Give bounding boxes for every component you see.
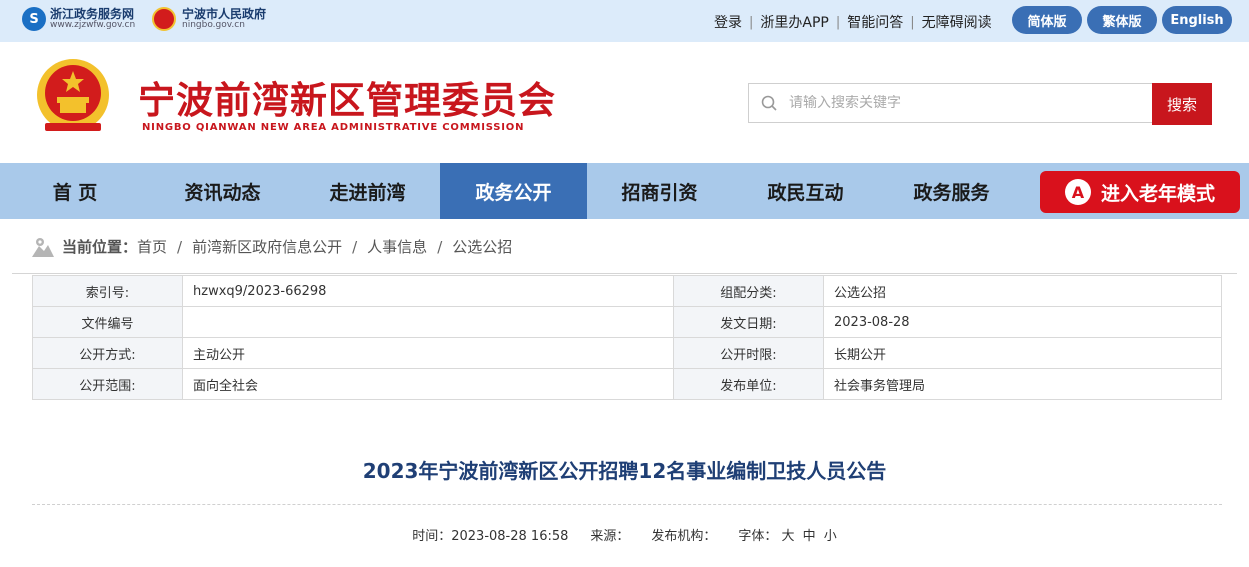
traditional-button[interactable]: 繁体版	[1087, 6, 1157, 34]
time-value: 2023-08-28 16:58	[451, 529, 569, 544]
smart-qa-link[interactable]: 智能问答	[847, 12, 903, 32]
publisher-unit-value: 社会事务管理局	[823, 368, 1222, 400]
font-size-label: 字体：	[738, 529, 778, 544]
breadcrumb-personnel[interactable]: 人事信息	[367, 236, 427, 257]
disclosure-scope-value: 面向全社会	[182, 368, 674, 400]
source-label: 来源：	[590, 529, 630, 544]
nav-investment[interactable]: 招商引资	[587, 163, 732, 219]
nav-gov-affairs[interactable]: 政务公开	[440, 163, 587, 219]
time-label: 时间：	[412, 529, 452, 544]
zjzwfw-icon: S	[22, 7, 46, 31]
zjzwfw-name: 浙江政务服务网	[50, 6, 135, 21]
disclosure-scope-label: 公开范围:	[32, 368, 183, 400]
search-button[interactable]: 搜索	[1152, 83, 1212, 125]
site-subtitle: NINGBO QIANWAN NEW AREA ADMINISTRATIVE C…	[142, 122, 525, 133]
disclosure-method-value: 主动公开	[182, 337, 674, 369]
nav-news[interactable]: 资讯动态	[150, 163, 295, 219]
issue-date-label: 发文日期:	[673, 306, 824, 338]
index-no-value: hzwxq9/2023-66298	[182, 275, 674, 307]
publisher-unit-label: 发布单位:	[673, 368, 824, 400]
national-emblem-icon	[37, 59, 109, 131]
disclosure-term-label: 公开时限:	[673, 337, 824, 369]
search-input[interactable]	[789, 95, 1129, 111]
breadcrumb-info-public[interactable]: 前湾新区政府信息公开	[192, 236, 342, 257]
doc-number-label: 文件编号	[32, 306, 183, 338]
elder-mode-icon: A	[1064, 179, 1091, 205]
ningbo-gov-logo[interactable]: 宁波市人民政府 ningbo.gov.cn	[152, 7, 266, 31]
font-small-button[interactable]: 小	[824, 529, 837, 544]
disclosure-method-label: 公开方式:	[32, 337, 183, 369]
accessibility-link[interactable]: 无障碍阅读	[922, 12, 992, 32]
zjzwfw-logo[interactable]: S 浙江政务服务网 www.zjzwfw.gov.cn	[22, 7, 135, 31]
zlb-app-link[interactable]: 浙里办APP	[760, 12, 828, 32]
english-button[interactable]: English	[1162, 6, 1232, 34]
nav-home[interactable]: 首 页	[0, 163, 150, 219]
site-title: 宁波前湾新区管理委员会	[138, 78, 556, 122]
divider	[32, 504, 1222, 505]
article-meta: 时间：2023-08-28 16:58 来源： 发布机构： 字体：大 中 小	[0, 525, 1249, 544]
divider	[12, 273, 1237, 274]
login-link[interactable]: 登录	[714, 12, 742, 32]
elder-mode-button[interactable]: A 进入老年模式	[1040, 171, 1240, 213]
nav-services[interactable]: 政务服务	[879, 163, 1024, 219]
divider: |	[749, 14, 754, 30]
breadcrumb-separator: /	[437, 237, 443, 256]
doc-number-value	[182, 306, 674, 338]
document-info-table: 索引号: hzwxq9/2023-66298 组配分类: 公选公招 文件编号 发…	[32, 275, 1222, 400]
zjzwfw-url: www.zjzwfw.gov.cn	[50, 19, 136, 30]
category-value: 公选公招	[823, 275, 1222, 307]
table-row: 公开方式: 主动公开 公开时限: 长期公开	[32, 337, 1222, 369]
divider: |	[835, 14, 841, 30]
simplified-button[interactable]: 简体版	[1012, 6, 1082, 34]
category-label: 组配分类:	[673, 275, 824, 307]
nav-about[interactable]: 走进前湾	[295, 163, 440, 219]
font-large-button[interactable]: 大	[781, 529, 794, 544]
disclosure-term-value: 长期公开	[823, 337, 1222, 369]
nav-interaction[interactable]: 政民互动	[732, 163, 879, 219]
ningbo-gov-name: 宁波市人民政府	[182, 6, 267, 21]
index-no-label: 索引号:	[32, 275, 183, 307]
table-row: 索引号: hzwxq9/2023-66298 组配分类: 公选公招	[32, 275, 1222, 307]
location-icon	[32, 237, 54, 257]
breadcrumb-recruitment[interactable]: 公选公招	[452, 236, 512, 257]
breadcrumb-label: 当前位置：	[62, 238, 138, 256]
table-row: 公开范围: 面向全社会 发布单位: 社会事务管理局	[32, 368, 1222, 400]
elder-mode-label: 进入老年模式	[1100, 182, 1215, 205]
ningbo-emblem-icon	[152, 7, 176, 31]
top-bar: S 浙江政务服务网 www.zjzwfw.gov.cn 宁波市人民政府 ning…	[0, 0, 1249, 42]
breadcrumb: 当前位置： 首页 / 前湾新区政府信息公开 / 人事信息 / 公选公招	[32, 236, 512, 257]
ningbo-gov-url: ningbo.gov.cn	[182, 19, 245, 30]
top-links: 登录 | 浙里办APP | 智能问答 | 无障碍阅读	[714, 12, 992, 32]
search-box	[748, 83, 1153, 123]
breadcrumb-home[interactable]: 首页	[137, 236, 167, 257]
search-icon	[761, 95, 777, 111]
font-medium-button[interactable]: 中	[803, 529, 816, 544]
divider: |	[910, 14, 915, 30]
breadcrumb-separator: /	[352, 237, 358, 256]
article-title: 2023年宁波前湾新区公开招聘12名事业编制卫技人员公告	[362, 459, 887, 483]
issue-date-value: 2023-08-28	[823, 306, 1222, 338]
publisher-label: 发布机构：	[651, 529, 717, 544]
breadcrumb-separator: /	[177, 237, 183, 256]
table-row: 文件编号 发文日期: 2023-08-28	[32, 306, 1222, 338]
